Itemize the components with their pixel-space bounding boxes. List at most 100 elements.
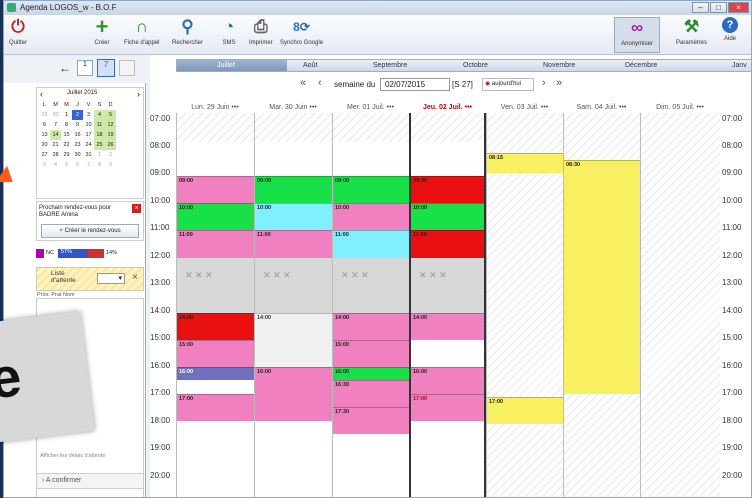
- left-arrow-icon[interactable]: ‹: [318, 77, 322, 89]
- day-cell[interactable]: 3: [83, 110, 94, 120]
- month-view-icon[interactable]: [119, 60, 135, 76]
- day-cell[interactable]: 8: [94, 160, 105, 170]
- month-label[interactable]: Novembre: [543, 62, 575, 69]
- maximize-button[interactable]: □: [710, 2, 727, 13]
- next-month-icon[interactable]: ›: [137, 89, 140, 99]
- appointment[interactable]: 14:00: [177, 313, 254, 340]
- appointment[interactable]: 16:00: [411, 367, 484, 394]
- day-cell[interactable]: 8: [61, 120, 72, 130]
- appointment[interactable]: 11:00: [411, 230, 484, 258]
- day-column-mon[interactable]: 09:00 10:00 11:00 ✕ ✕ ✕ 14:00 15:00 16:0…: [176, 113, 254, 497]
- appointment[interactable]: 15:00: [333, 340, 409, 367]
- to-confirm-section[interactable]: › A confirmer: [36, 473, 144, 489]
- day-cell[interactable]: 30: [72, 150, 83, 160]
- day-cell[interactable]: 4: [94, 110, 105, 120]
- appointment[interactable]: 08:30: [564, 160, 640, 394]
- close-button[interactable]: ×: [728, 2, 749, 13]
- double-right-arrow-icon[interactable]: »: [556, 77, 562, 89]
- appointment[interactable]: 14:00: [411, 313, 484, 340]
- right-arrow-icon[interactable]: ›: [542, 77, 546, 89]
- month-label[interactable]: Juillet: [217, 62, 235, 69]
- month-label[interactable]: Décembre: [625, 62, 657, 69]
- day-cell[interactable]: 31: [83, 150, 94, 160]
- day-cell[interactable]: 10: [83, 120, 94, 130]
- today-button[interactable]: ◉ aujourd'hui: [482, 78, 534, 91]
- day-cell[interactable]: 22: [61, 140, 72, 150]
- appointment[interactable]: 17:00: [177, 394, 254, 421]
- day-cell[interactable]: 6: [39, 120, 50, 130]
- day-cell[interactable]: 3: [39, 160, 50, 170]
- week-view-icon[interactable]: 7: [97, 59, 115, 77]
- appointment[interactable]: 10:00: [411, 203, 484, 230]
- prev-month-icon[interactable]: ‹: [40, 89, 43, 99]
- appointment[interactable]: 15:00: [177, 340, 254, 367]
- create-appointment-button[interactable]: + Créer le rendez-vous: [41, 224, 139, 238]
- day-column-wed[interactable]: 09:00 10:00 11:00 ✕ ✕ ✕ 14:00 15:00 16:0…: [332, 113, 409, 497]
- day-cell[interactable]: 9: [105, 160, 116, 170]
- double-left-arrow-icon[interactable]: «: [300, 77, 306, 89]
- appointment[interactable]: 11:00: [177, 230, 254, 258]
- day-column-thu-today[interactable]: 09:00 10:00 11:00 ✕ ✕ ✕ 14:00 16:00 17:0…: [409, 113, 486, 497]
- day-cell[interactable]: 15: [61, 130, 72, 140]
- month-label[interactable]: Janv: [732, 62, 747, 69]
- appointment[interactable]: 17:30: [333, 407, 409, 434]
- appointment[interactable]: 14:00: [333, 313, 409, 340]
- month-label[interactable]: Septembre: [373, 62, 407, 69]
- day-cell[interactable]: 13: [39, 130, 50, 140]
- day-header-today[interactable]: Jeu. 02 Juil. •••: [409, 102, 486, 113]
- close-icon[interactable]: ×: [132, 204, 141, 213]
- appointment[interactable]: 16:00: [177, 367, 254, 380]
- day-cell[interactable]: 1: [94, 150, 105, 160]
- day-cell[interactable]: 29: [61, 150, 72, 160]
- day-cell[interactable]: 19: [105, 130, 116, 140]
- month-label[interactable]: Août: [303, 62, 317, 69]
- appointment[interactable]: 17:00: [487, 397, 563, 424]
- appointment[interactable]: 09:00: [177, 176, 254, 203]
- day-cell[interactable]: 14: [50, 130, 61, 140]
- day-cell[interactable]: 1: [61, 110, 72, 120]
- day-column-fri[interactable]: 08:15 17:00: [486, 113, 563, 497]
- settings-button[interactable]: ⚒ Paramètres: [676, 17, 707, 46]
- appointment[interactable]: 09:00: [255, 176, 332, 203]
- day-cell[interactable]: 24: [83, 140, 94, 150]
- day-header[interactable]: Ven. 03 Juil. •••: [486, 102, 563, 113]
- close-icon[interactable]: ×: [132, 272, 138, 283]
- day-cell[interactable]: 5: [105, 110, 116, 120]
- day-cell[interactable]: 17: [83, 130, 94, 140]
- appointment[interactable]: 17:00: [411, 394, 484, 421]
- day-column-sun[interactable]: [640, 113, 720, 497]
- sms-button[interactable]: ◔ SMS: [219, 17, 239, 46]
- appointment[interactable]: 14:00: [255, 313, 332, 367]
- google-sync-button[interactable]: 8⟳ Synchro Google: [280, 17, 323, 46]
- day-cell[interactable]: 23: [72, 140, 83, 150]
- day-cell[interactable]: 26: [105, 140, 116, 150]
- day-cell[interactable]: 4: [50, 160, 61, 170]
- day-cell[interactable]: 6: [72, 160, 83, 170]
- day-cell[interactable]: 7: [50, 120, 61, 130]
- appointment[interactable]: 09:00: [333, 176, 409, 203]
- day-cell[interactable]: 30: [50, 110, 61, 120]
- waitlist-dropdown[interactable]: ▾: [97, 273, 125, 284]
- day-cell[interactable]: 7: [83, 160, 94, 170]
- appointment[interactable]: 10:00: [177, 203, 254, 230]
- minimize-button[interactable]: –: [692, 2, 709, 13]
- day-header[interactable]: Sam. 04 Juil. •••: [563, 102, 640, 113]
- day-cell-selected[interactable]: 2: [72, 110, 83, 120]
- day-cell[interactable]: 16: [72, 130, 83, 140]
- day-cell[interactable]: 28: [50, 150, 61, 160]
- day-cell[interactable]: 5: [61, 160, 72, 170]
- search-button[interactable]: ⚲ Rechercher: [172, 17, 203, 46]
- appointment[interactable]: 16:00: [333, 367, 409, 380]
- day-header[interactable]: Mer. 01 Juil. •••: [332, 102, 409, 113]
- create-button[interactable]: + Créer: [92, 16, 112, 47]
- appointment[interactable]: 11:00: [333, 230, 409, 258]
- day-view-icon[interactable]: 1: [77, 60, 93, 76]
- week-date-field[interactable]: 02/07/2015: [380, 78, 450, 91]
- appointment[interactable]: 10:00: [333, 203, 409, 230]
- day-cell[interactable]: 12: [105, 120, 116, 130]
- help-button[interactable]: ? Aide: [722, 17, 738, 42]
- appointment[interactable]: 10:00: [255, 203, 332, 230]
- day-header[interactable]: Mar. 30 Juin •••: [254, 102, 332, 113]
- month-label[interactable]: Octobre: [463, 62, 488, 69]
- day-cell[interactable]: 20: [39, 140, 50, 150]
